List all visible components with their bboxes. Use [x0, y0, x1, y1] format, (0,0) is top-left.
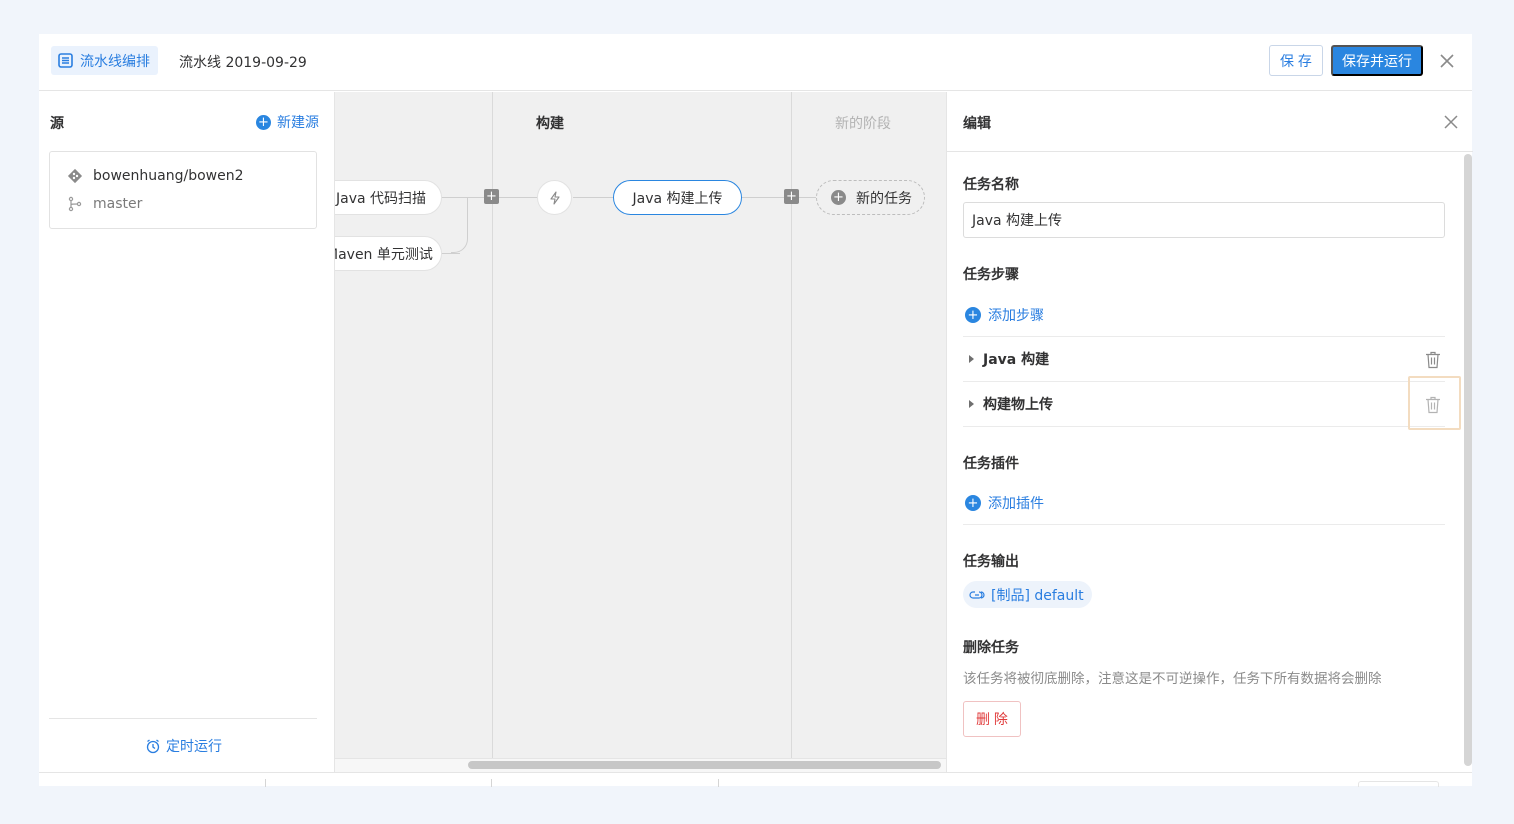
branch-icon — [68, 196, 82, 212]
connector-line — [741, 197, 816, 198]
save-button[interactable]: 保 存 — [1269, 45, 1323, 76]
git-icon — [67, 168, 83, 184]
task-node[interactable]: Java 代码扫描 — [335, 180, 442, 215]
step-label: Java 构建 — [983, 352, 1050, 368]
add-plugin-label: 添加插件 — [988, 496, 1044, 512]
link-icon — [969, 590, 985, 599]
tag-label: 流水线编排 — [80, 53, 150, 70]
task-node-active[interactable]: Java 构建上传 — [613, 180, 742, 215]
add-step-label: 添加步骤 — [988, 308, 1044, 324]
step-label: 构建物上传 — [983, 397, 1053, 413]
branch-name: master — [93, 196, 143, 212]
footer-tick — [718, 779, 719, 787]
edit-panel: 编辑 任务名称 Java 构建上传 任务步骤 + 添加步骤 Java 构建 构建… — [946, 92, 1473, 772]
plus-circle-icon: + — [256, 114, 271, 130]
divider — [49, 718, 317, 719]
delete-task-description: 该任务将被彻底删除，注意这是不可逆操作，任务下所有数据将会删除 — [963, 671, 1382, 687]
schedule-run-button[interactable]: 定时运行 — [145, 736, 222, 756]
divider — [963, 426, 1445, 427]
pipeline-editor-modal: 流水线编排 流水线 2019-09-29 保 存 保存并运行 源 + 新建源 b… — [39, 34, 1473, 787]
task-label: Java 构建上传 — [632, 190, 723, 207]
connector-curve — [451, 197, 468, 253]
new-source-label: 新建源 — [277, 115, 319, 131]
stage-title-new[interactable]: 新的阶段 — [835, 113, 891, 133]
save-and-run-button[interactable]: 保存并运行 — [1331, 45, 1423, 76]
lightning-glyph-icon — [549, 190, 560, 205]
connector-line — [573, 197, 613, 198]
task-label: Java 代码扫描 — [336, 190, 427, 207]
caret-right-icon[interactable] — [969, 355, 974, 363]
edit-panel-header: 编辑 — [947, 92, 1473, 152]
task-label: 新的任务 — [856, 190, 912, 207]
task-name-label: 任务名称 — [963, 177, 1019, 193]
task-node[interactable]: Maven 单元测试 — [335, 236, 442, 271]
close-icon[interactable] — [1439, 53, 1455, 69]
footer-tick — [265, 779, 266, 787]
alarm-clock-icon — [146, 739, 160, 754]
schedule-run-label: 定时运行 — [166, 739, 222, 755]
caret-right-icon[interactable] — [969, 400, 974, 408]
task-plugins-label: 任务插件 — [963, 456, 1019, 472]
pipeline-name: 流水线 2019-09-29 — [179, 55, 307, 71]
plus-circle-icon: + — [965, 307, 981, 323]
source-branch: master — [67, 196, 142, 212]
lightning-icon[interactable] — [537, 180, 572, 215]
delete-task-label: 删除任务 — [963, 640, 1019, 656]
pipeline-orchestration-tag: 流水线编排 — [51, 46, 158, 75]
close-icon[interactable] — [1444, 115, 1458, 129]
output-artifact-tag[interactable]: [制品] default — [963, 581, 1092, 608]
hover-highlight — [1408, 376, 1461, 430]
modal-header: 流水线编排 流水线 2019-09-29 保 存 保存并运行 — [39, 34, 1472, 91]
plus-circle-icon: + — [831, 190, 846, 205]
repo-name: bowenhuang/bowen2 — [93, 168, 244, 184]
task-steps-label: 任务步骤 — [963, 267, 1019, 283]
add-stage-icon[interactable]: + — [484, 189, 499, 204]
delete-task-button[interactable]: 删 除 — [963, 701, 1021, 737]
new-task-node[interactable]: + 新的任务 — [816, 180, 925, 215]
add-stage-icon[interactable]: + — [784, 189, 799, 204]
divider — [963, 524, 1445, 525]
source-repo: bowenhuang/bowen2 — [67, 168, 244, 184]
task-output-label: 任务输出 — [963, 554, 1019, 570]
task-label: Maven 单元测试 — [335, 246, 433, 263]
connector-line — [498, 197, 539, 198]
edit-panel-title: 编辑 — [963, 116, 991, 132]
vertical-scrollbar-thumb[interactable] — [1464, 154, 1472, 766]
stage-title-build[interactable]: 构建 — [536, 113, 564, 133]
output-tag-label: [制品] default — [991, 587, 1084, 604]
source-card[interactable]: bowenhuang/bowen2 master — [49, 151, 317, 229]
pipeline-icon — [58, 53, 73, 68]
add-plugin-button[interactable]: + 添加插件 — [965, 493, 1044, 513]
pipeline-canvas[interactable]: 构建 新的阶段 Java 代码扫描 Maven 单元测试 + Java 构建上传… — [335, 92, 946, 772]
footer-control[interactable] — [1358, 781, 1439, 787]
plus-circle-icon: + — [965, 495, 981, 511]
footer-tick — [491, 779, 492, 787]
source-panel-title: 源 — [50, 116, 64, 132]
step-row[interactable]: Java 构建 — [963, 336, 1445, 381]
new-source-button[interactable]: + 新建源 — [256, 112, 319, 132]
modal-footer — [39, 772, 1472, 787]
trash-icon[interactable] — [1425, 351, 1441, 369]
step-row[interactable]: 构建物上传 — [963, 381, 1445, 426]
source-panel: 源 + 新建源 bowenhuang/bowen2 master 定时运行 — [39, 92, 335, 772]
task-name-input[interactable]: Java 构建上传 — [963, 202, 1445, 238]
connector-line — [440, 253, 460, 254]
horizontal-scrollbar-thumb[interactable] — [468, 761, 941, 769]
add-step-button[interactable]: + 添加步骤 — [965, 305, 1044, 325]
